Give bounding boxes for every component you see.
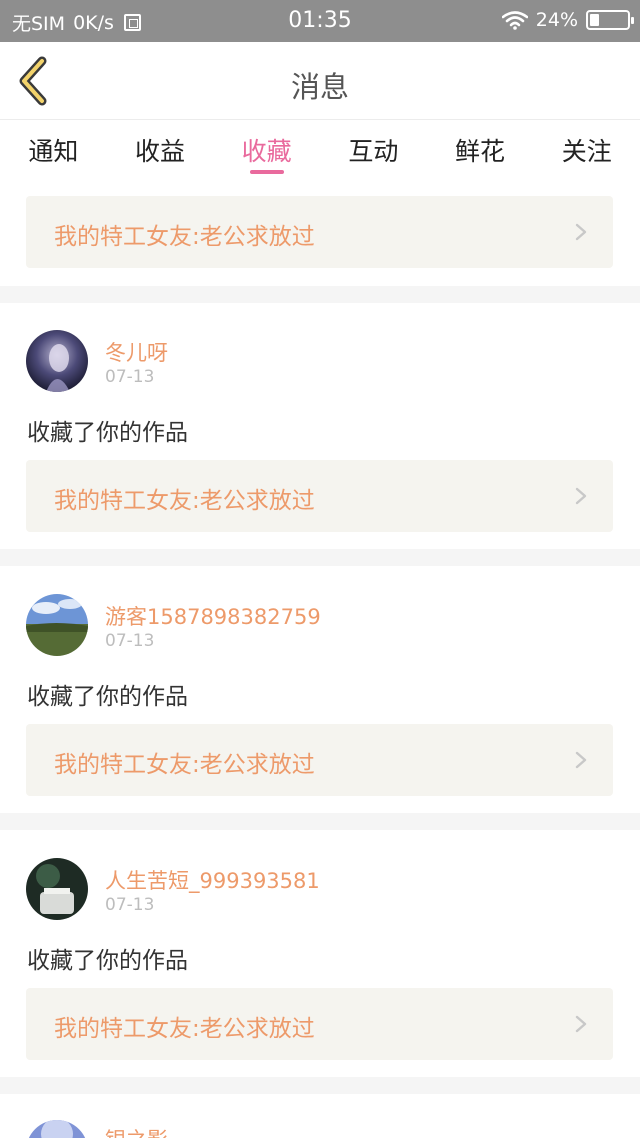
divider xyxy=(0,549,640,566)
avatar[interactable] xyxy=(26,1120,88,1138)
tab-interaction[interactable]: 互动 xyxy=(320,120,427,180)
work-card[interactable]: 我的特工女友:老公求放过 xyxy=(26,196,613,268)
tab-bar: 通知 收益 收藏 互动 鲜花 关注 xyxy=(0,120,640,180)
battery-level xyxy=(590,14,599,26)
post-date: 07-13 xyxy=(105,367,155,387)
divider xyxy=(0,1077,640,1094)
chevron-right-icon xyxy=(575,751,587,769)
work-title: 我的特工女友:老公求放过 xyxy=(54,224,315,250)
username[interactable]: 冬儿呀 xyxy=(105,337,168,367)
tab-earnings[interactable]: 收益 xyxy=(107,120,214,180)
wifi-icon xyxy=(501,11,528,30)
tab-label: 收藏 xyxy=(241,137,292,166)
tab-notify[interactable]: 通知 xyxy=(0,120,107,180)
username[interactable]: 人生苦短_999393581 xyxy=(105,865,320,895)
divider xyxy=(0,286,640,303)
tab-label: 收益 xyxy=(135,137,186,166)
avatar-image xyxy=(26,594,88,656)
action-text: 收藏了你的作品 xyxy=(27,948,188,974)
avatar[interactable] xyxy=(26,330,88,392)
title-bar: 消息 xyxy=(0,42,640,120)
tab-label: 鲜花 xyxy=(455,137,506,166)
work-card[interactable]: 我的特工女友:老公求放过 xyxy=(26,724,613,796)
avatar[interactable] xyxy=(26,594,88,656)
divider xyxy=(0,813,640,830)
tab-indicator xyxy=(250,170,285,174)
tab-label: 互动 xyxy=(348,137,399,166)
avatar-image xyxy=(26,330,88,392)
battery-percent: 24% xyxy=(535,9,578,31)
chevron-right-icon xyxy=(575,1015,587,1033)
username[interactable]: 银之影 xyxy=(105,1124,168,1138)
chevron-right-icon xyxy=(575,223,587,241)
work-card[interactable]: 我的特工女友:老公求放过 xyxy=(26,460,613,532)
work-card[interactable]: 我的特工女友:老公求放过 xyxy=(26,988,613,1060)
work-title: 我的特工女友:老公求放过 xyxy=(54,488,315,514)
post-date: 07-13 xyxy=(105,895,155,915)
tab-label: 通知 xyxy=(28,137,79,166)
work-title: 我的特工女友:老公求放过 xyxy=(54,1016,315,1042)
avatar[interactable] xyxy=(26,858,88,920)
page-title: 消息 xyxy=(290,70,349,104)
battery-icon xyxy=(586,10,634,30)
status-bar: 无SIM 0K/s 01:35 24% xyxy=(0,0,640,42)
post-date: 07-13 xyxy=(105,631,155,651)
work-title: 我的特工女友:老公求放过 xyxy=(54,752,315,778)
chevron-right-icon xyxy=(575,487,587,505)
tab-following[interactable]: 关注 xyxy=(533,120,640,180)
tab-flowers[interactable]: 鲜花 xyxy=(427,120,534,180)
status-right: 24% xyxy=(501,9,634,31)
tab-label: 关注 xyxy=(561,137,612,166)
tab-favorites[interactable]: 收藏 xyxy=(213,120,320,180)
avatar-image xyxy=(26,858,88,920)
username[interactable]: 游客1587898382759 xyxy=(105,601,321,631)
action-text: 收藏了你的作品 xyxy=(27,420,188,446)
action-text: 收藏了你的作品 xyxy=(27,684,188,710)
avatar-image xyxy=(26,1120,88,1138)
